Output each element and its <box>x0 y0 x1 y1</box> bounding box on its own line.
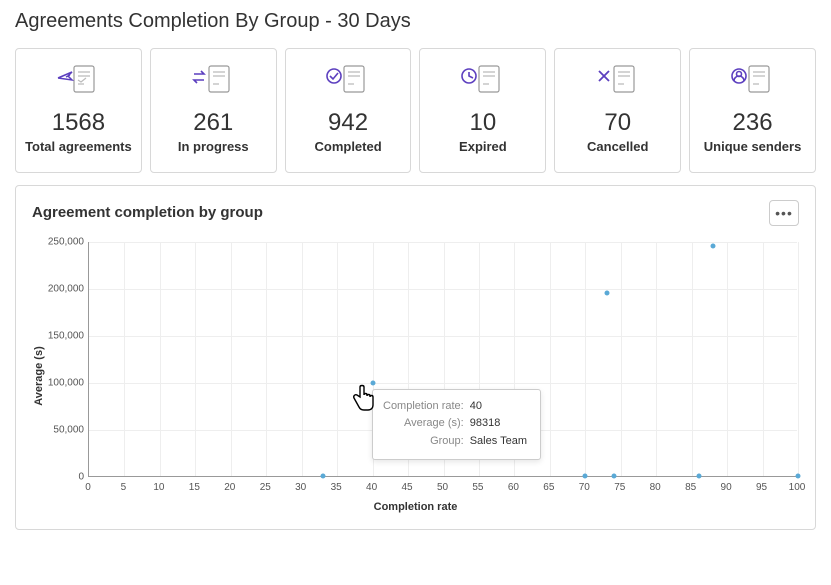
expired-icon <box>459 61 507 101</box>
x-tick-label: 25 <box>260 482 271 493</box>
data-point[interactable] <box>604 290 609 295</box>
x-tick-label: 85 <box>685 482 696 493</box>
x-tick-label: 65 <box>543 482 554 493</box>
cursor-hand-icon <box>350 382 378 412</box>
stat-expired[interactable]: 10 Expired <box>419 48 546 173</box>
page-title: Agreements Completion By Group - 30 Days <box>15 10 816 33</box>
chart-title: Agreement completion by group <box>32 204 263 221</box>
x-tick-label: 0 <box>85 482 91 493</box>
x-axis-label: Completion rate <box>374 501 458 513</box>
stats-row: 1568 Total agreements 261 In progress 94… <box>15 48 816 173</box>
stat-value: 942 <box>328 109 368 137</box>
x-tick-label: 5 <box>121 482 127 493</box>
completed-icon <box>324 61 372 101</box>
stat-value: 10 <box>470 109 497 137</box>
tooltip-value: 98318 <box>470 415 530 433</box>
stat-in-progress[interactable]: 261 In progress <box>150 48 277 173</box>
x-tick-label: 20 <box>224 482 235 493</box>
x-tick-label: 30 <box>295 482 306 493</box>
stat-value: 1568 <box>52 109 105 137</box>
stat-label: Completed <box>314 139 381 156</box>
stat-total-agreements[interactable]: 1568 Total agreements <box>15 48 142 173</box>
tooltip-key: Group: <box>430 433 464 451</box>
y-tick-label: 0 <box>32 471 84 482</box>
chart-area[interactable]: Average (s) Completion rate 0 50,000 100,0… <box>32 234 799 519</box>
send-icon <box>54 61 102 101</box>
x-tick-label: 10 <box>153 482 164 493</box>
chart-card: Agreement completion by group ••• Averag… <box>15 185 816 530</box>
data-point[interactable] <box>710 243 715 248</box>
tooltip-value: 40 <box>470 398 530 416</box>
stat-label: Expired <box>459 139 507 156</box>
x-tick-label: 75 <box>614 482 625 493</box>
chart-menu-button[interactable]: ••• <box>769 200 799 226</box>
x-tick-label: 35 <box>331 482 342 493</box>
y-tick-label: 150,000 <box>32 330 84 341</box>
tooltip-key: Average (s): <box>404 415 464 433</box>
y-tick-label: 50,000 <box>32 424 84 435</box>
tooltip-key: Completion rate: <box>383 398 464 416</box>
stat-unique-senders[interactable]: 236 Unique senders <box>689 48 816 173</box>
x-tick-label: 15 <box>189 482 200 493</box>
x-tick-label: 95 <box>756 482 767 493</box>
chart-tooltip: Completion rate: 40 Average (s): 98318 Gro… <box>372 389 541 460</box>
stat-label: Cancelled <box>587 139 648 156</box>
stat-label: In progress <box>178 139 249 156</box>
x-tick-label: 80 <box>650 482 661 493</box>
x-tick-label: 45 <box>401 482 412 493</box>
tooltip-value: Sales Team <box>470 433 530 451</box>
stat-value: 261 <box>193 109 233 137</box>
data-point[interactable] <box>611 473 616 478</box>
stat-label: Unique senders <box>704 139 802 156</box>
data-point[interactable] <box>583 473 588 478</box>
x-tick-label: 100 <box>789 482 806 493</box>
x-tick-label: 55 <box>472 482 483 493</box>
x-tick-label: 90 <box>721 482 732 493</box>
stat-completed[interactable]: 942 Completed <box>285 48 412 173</box>
y-tick-label: 250,000 <box>32 236 84 247</box>
stat-label: Total agreements <box>25 139 132 156</box>
stat-cancelled[interactable]: 70 Cancelled <box>554 48 681 173</box>
stat-value: 236 <box>733 109 773 137</box>
senders-icon <box>729 61 777 101</box>
data-point[interactable] <box>696 473 701 478</box>
x-tick-label: 40 <box>366 482 377 493</box>
y-tick-label: 100,000 <box>32 377 84 388</box>
x-tick-label: 50 <box>437 482 448 493</box>
x-tick-label: 60 <box>508 482 519 493</box>
y-axis-label: Average (s) <box>33 347 45 407</box>
cancelled-icon <box>594 61 642 101</box>
x-tick-label: 70 <box>579 482 590 493</box>
data-point[interactable] <box>796 473 801 478</box>
progress-icon <box>189 61 237 101</box>
data-point[interactable] <box>320 473 325 478</box>
stat-value: 70 <box>604 109 631 137</box>
y-tick-label: 200,000 <box>32 283 84 294</box>
